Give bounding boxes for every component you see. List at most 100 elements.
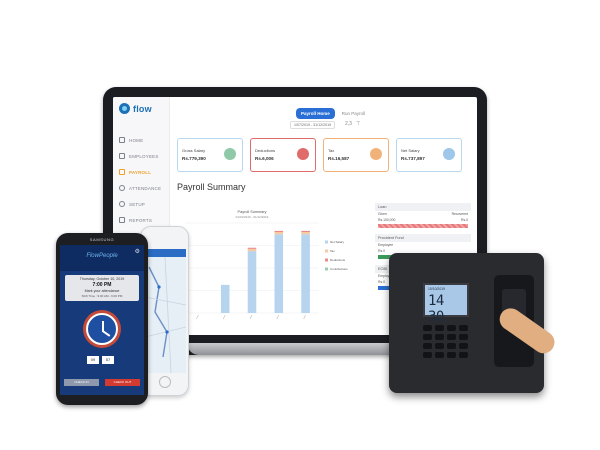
loan-title: Loan (375, 203, 471, 211)
loan-recovered-value: Rs.0 (461, 218, 468, 222)
iphone-screen (145, 249, 186, 373)
key[interactable] (447, 343, 456, 349)
card-label: Net Salary (401, 148, 420, 153)
filter-icon[interactable]: ⊤ (356, 121, 360, 127)
key[interactable] (447, 352, 456, 358)
sidebar-item-setup[interactable]: SETUP (113, 196, 170, 212)
map-view[interactable] (145, 257, 186, 373)
attendance-time: 7:00 PM (92, 282, 112, 288)
sidebar-item-label: EMPLOYEES (129, 153, 159, 159)
check-out-button[interactable]: CHECK OUT (105, 379, 140, 386)
key[interactable] (459, 352, 468, 358)
app-name: FlowPeople (86, 253, 118, 259)
lcd-display: 10/10/2019 14 30 (423, 283, 469, 325)
bar (247, 247, 257, 249)
users-icon (119, 153, 125, 159)
map-header (145, 249, 186, 257)
attendance-date: Thursday, October 10, 2019 (79, 277, 125, 281)
check-in-button[interactable]: CHECK IN (64, 379, 99, 386)
key[interactable] (435, 334, 444, 340)
bar (301, 230, 310, 232)
hour-input[interactable]: 09 (87, 356, 99, 364)
clock-icon (119, 185, 125, 191)
payroll-icon (119, 169, 125, 175)
bar (247, 251, 257, 313)
zoom-control[interactable]: 2,3 (345, 121, 352, 127)
x-tick (222, 314, 226, 320)
clock-minute-hand (101, 330, 111, 337)
time-inputs: 09 57 (87, 356, 114, 364)
key[interactable] (423, 334, 432, 340)
sidebar-item-home[interactable]: HOME (113, 132, 170, 148)
x-tick (196, 314, 199, 320)
card-value: Rs.737,897 (401, 156, 425, 161)
key[interactable] (423, 352, 432, 358)
key[interactable] (459, 325, 468, 331)
card-tax[interactable]: Tax Rs.16,587 (323, 138, 389, 172)
attendance-card: Thursday, October 10, 2019 7:00 PM Mark … (65, 275, 139, 301)
section-title: Payroll Summary (177, 182, 246, 192)
sidebar-item-attendance[interactable]: ATTENDANCE (113, 180, 170, 196)
legend-swatch (325, 258, 328, 262)
key[interactable] (435, 325, 444, 331)
lcd-date: 10/10/2019 (428, 287, 445, 291)
app-logo[interactable]: flow (119, 103, 152, 114)
report-icon (119, 217, 125, 223)
legend-label: Contributions (330, 267, 348, 271)
bar (247, 248, 257, 252)
x-tick (303, 314, 306, 320)
key[interactable] (459, 343, 468, 349)
loan-values-row: Rs.100,000 Rs.0 (375, 217, 471, 223)
laptop-base (187, 343, 403, 355)
card-value: Rs.16,587 (328, 156, 350, 161)
key[interactable] (423, 343, 432, 349)
home-icon (119, 137, 125, 143)
sidebar-item-label: HOME (129, 137, 144, 143)
legend-swatch (325, 240, 328, 244)
logo-icon (119, 103, 130, 114)
key[interactable] (447, 325, 456, 331)
key[interactable] (447, 334, 456, 340)
sidebar-item-payroll[interactable]: PAYROLL (113, 164, 170, 180)
wallet-icon (443, 148, 455, 160)
key[interactable] (435, 343, 444, 349)
payroll-summary-chart: Payroll Summary 01/01/2019 - 01/12/2019 Ne… (177, 207, 369, 325)
home-button[interactable] (159, 376, 171, 388)
deduction-icon (297, 148, 309, 160)
legend-swatch (325, 249, 328, 253)
gear-icon[interactable]: ⚙ (135, 248, 140, 255)
card-deductions[interactable]: Deductions Rs.6,006 (250, 138, 316, 172)
sidebar-nav: HOME EMPLOYEES PAYROLL ATTENDANCE SETUP … (113, 132, 170, 228)
card-label: Deductions (255, 148, 276, 153)
card-label: Tax (328, 148, 335, 153)
sidebar-item-label: ATTENDANCE (129, 185, 162, 191)
card-value: Rs.6,006 (255, 156, 274, 161)
legend-swatch (325, 267, 328, 271)
bar (274, 230, 284, 232)
legend-label: Tax (330, 249, 335, 253)
minute-input[interactable]: 57 (102, 356, 114, 364)
sidebar-item-employees[interactable]: EMPLOYEES (113, 148, 170, 164)
tab-run-payroll[interactable]: Run Payroll (337, 108, 370, 119)
tab-payroll-home[interactable]: Payroll Home (296, 108, 335, 119)
card-value: Rs.779,390 (182, 156, 206, 161)
x-tick (249, 314, 253, 320)
key[interactable] (459, 334, 468, 340)
card-net-salary[interactable]: Net Salary Rs.737,897 (396, 138, 462, 172)
loan-recovered-label: Recovered (451, 212, 468, 216)
loan-block: Loan Given Recovered Rs.100,000 Rs.0 (375, 203, 471, 228)
bar (301, 234, 310, 313)
pf-employee-value: Rs.0 (378, 249, 385, 253)
pf-employee-label: Employee (378, 243, 394, 247)
summary-cards: Gross Salary Rs.779,390 Deductions Rs.6,… (177, 138, 462, 172)
sidebar-item-label: PAYROLL (129, 169, 152, 175)
card-gross-salary[interactable]: Gross Salary Rs.779,390 (177, 138, 243, 172)
bar (220, 284, 230, 313)
shift-time: Shift Time : 9:00 AM - 6:00 PM (81, 294, 123, 298)
date-range-picker[interactable]: 1/07/2019 - 31/12/2019 (290, 121, 336, 129)
key[interactable] (435, 352, 444, 358)
chart-subtitle: 01/01/2019 - 01/12/2019 (236, 215, 269, 219)
chart-title: Payroll Summary (238, 210, 267, 214)
key[interactable] (423, 325, 432, 331)
tax-icon (370, 148, 382, 160)
